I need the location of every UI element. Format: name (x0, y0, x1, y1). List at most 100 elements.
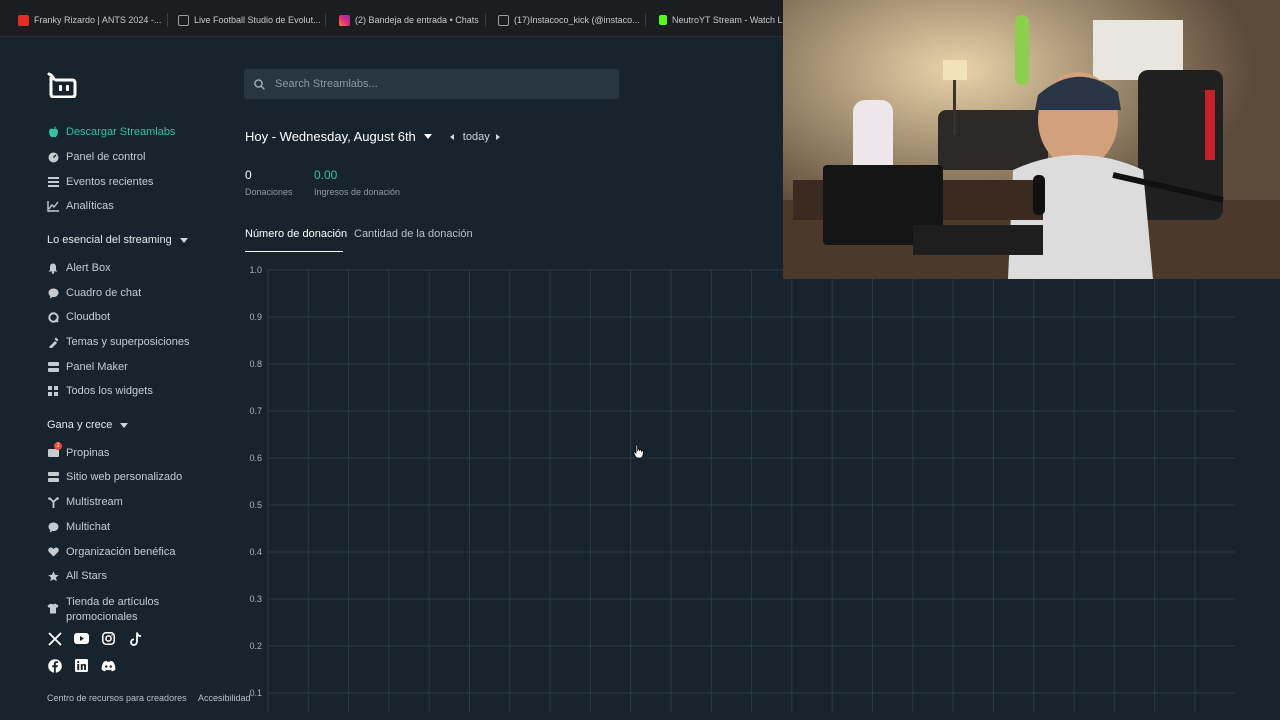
sidebar-item-label: Todos los widgets (66, 385, 153, 397)
sidebar-item-multistream[interactable]: Multistream (47, 496, 123, 508)
donations-count: 0 (245, 168, 252, 182)
y-tick-label: 0.1 (249, 688, 262, 698)
y-tick-label: 0.3 (249, 594, 262, 604)
hand-cursor-icon (633, 444, 644, 459)
section-streaming-essentials[interactable]: Lo esencial del streaming (47, 234, 188, 246)
donation-revenue: 0.00 (314, 168, 338, 182)
sidebar-item-alert-box[interactable]: Alert Box (47, 262, 111, 274)
social-row-1 (47, 631, 143, 646)
sidebar-item-tips[interactable]: 1 Propinas (47, 442, 110, 459)
sidebar-item-label: Sitio web personalizado (66, 471, 183, 483)
sidebar-item-label: Organización benéfica (66, 546, 176, 558)
cloudbot-icon (47, 311, 59, 323)
y-tick-label: 0.4 (249, 547, 262, 557)
donations-chart: 1.0 0.9 0.8 0.7 0.6 0.5 0.4 0.3 0.2 0.1 (249, 265, 1235, 712)
y-tick-label: 0.7 (249, 406, 262, 416)
search-icon (254, 78, 265, 90)
section-title: Gana y crece (47, 419, 113, 431)
tips-icon: 1 (47, 442, 62, 459)
tiktok-icon[interactable] (128, 631, 143, 646)
donations-label: Donaciones (245, 187, 293, 197)
sidebar-item-multichat[interactable]: Multichat (47, 521, 110, 533)
bookmark-football[interactable]: Live Football Studio de Evolut... (178, 10, 321, 30)
sidebar-item-charity[interactable]: Organización benéfica (47, 546, 175, 558)
notification-badge: 1 (54, 442, 62, 450)
tab-donation-number[interactable]: Número de donación (245, 228, 347, 240)
linkedin-icon[interactable] (74, 658, 89, 673)
accessibility-link[interactable]: Accesibilidad (198, 693, 251, 703)
sidebar-item-label: Analíticas (66, 200, 114, 212)
sidebar-item-label: Propinas (66, 447, 110, 459)
discord-icon[interactable] (101, 658, 116, 673)
sidebar-item-download[interactable]: Descargar Streamlabs (47, 126, 175, 138)
bookmark-label: (17)Instacoco_kick (@instaco... (514, 15, 640, 25)
date-selector: Hoy - Wednesday, August 6th today (245, 129, 500, 144)
next-day-icon[interactable] (495, 133, 500, 140)
multichat-icon (47, 521, 59, 533)
sidebar-item-label: Descargar Streamlabs (66, 126, 176, 138)
sidebar-item-all-stars[interactable]: All Stars (47, 570, 107, 582)
themes-icon (47, 336, 59, 348)
today-button[interactable]: today (463, 131, 490, 143)
shirt-icon (47, 602, 59, 614)
x-icon[interactable] (47, 631, 62, 646)
bookmark-label: Live Football Studio de Evolut... (194, 15, 321, 25)
y-tick-label: 0.8 (249, 359, 262, 369)
instagram-icon[interactable] (101, 631, 116, 646)
bookmark-kick[interactable]: NeutroYT Stream - Watch Liv (659, 10, 789, 30)
panel-icon (47, 361, 59, 373)
date-dropdown-icon[interactable] (423, 134, 432, 139)
sidebar-item-recent-events[interactable]: Eventos recientes (47, 176, 153, 188)
sidebar-item-label: Alert Box (66, 262, 111, 274)
y-tick-label: 0.9 (249, 312, 262, 322)
y-tick-label: 1.0 (249, 265, 262, 275)
sidebar-item-label: Multistream (66, 496, 123, 508)
sidebar-item-dashboard[interactable]: Panel de control (47, 151, 146, 163)
sidebar-item-label: Eventos recientes (66, 176, 154, 188)
bookmark-tiktok[interactable]: (17)Instacoco_kick (@instaco... (498, 10, 640, 30)
sidebar-item-themes[interactable]: Temas y superposiciones (47, 336, 190, 348)
prev-day-icon[interactable] (449, 133, 454, 140)
bookmark-youtube[interactable]: Franky Rizardo | ANTS 2024 -... (18, 10, 161, 30)
sidebar-item-label: Multichat (66, 521, 111, 533)
bookmark-label: (2) Bandeja de entrada • Chats (355, 15, 479, 25)
youtube-icon (18, 14, 29, 26)
caret-down-icon (120, 422, 129, 428)
search-input[interactable] (273, 77, 607, 91)
streamlabs-logo[interactable] (47, 72, 77, 98)
sidebar-item-label: All Stars (66, 570, 107, 582)
bookmark-instagram[interactable]: (2) Bandeja de entrada • Chats (339, 10, 479, 30)
facebook-icon[interactable] (47, 658, 62, 673)
sidebar-item-label: Cuadro de chat (66, 287, 142, 299)
y-tick-label: 0.2 (249, 641, 262, 651)
tab-donation-amount[interactable]: Cantidad de la donación (354, 228, 473, 240)
bookmark-label: NeutroYT Stream - Watch Liv (672, 15, 790, 25)
multistream-icon (47, 496, 59, 508)
section-title: Lo esencial del streaming (47, 234, 172, 246)
youtube-icon[interactable] (74, 631, 89, 646)
sidebar-item-panel-maker[interactable]: Panel Maker (47, 361, 128, 373)
star-icon (47, 570, 59, 582)
apple-icon (47, 126, 59, 138)
sidebar-item-website[interactable]: Sitio web personalizado (47, 471, 182, 483)
chat-icon (47, 287, 59, 299)
list-icon (47, 176, 59, 188)
sidebar-item-label: Tienda de artículos promocionales (66, 596, 160, 623)
bookmark-label: Franky Rizardo | ANTS 2024 -... (34, 15, 162, 25)
social-row-2 (47, 658, 116, 673)
search-bar[interactable] (244, 69, 619, 99)
sidebar-item-chat-box[interactable]: Cuadro de chat (47, 287, 141, 299)
y-tick-label: 0.6 (249, 453, 262, 463)
sidebar-item-cloudbot[interactable]: Cloudbot (47, 311, 110, 323)
dashboard-icon (47, 151, 59, 163)
widgets-icon (47, 385, 59, 397)
sidebar-item-all-widgets[interactable]: Todos los widgets (47, 385, 153, 397)
sidebar-item-analytics[interactable]: Analíticas (47, 200, 114, 212)
analytics-icon (47, 200, 59, 212)
section-earn-grow[interactable]: Gana y crece (47, 419, 129, 431)
kick-icon (659, 15, 667, 25)
sidebar-item-merch-store[interactable]: Tienda de artículos promocionales (47, 595, 197, 623)
tiktok-icon (498, 14, 509, 26)
date-title[interactable]: Hoy - Wednesday, August 6th (245, 129, 416, 144)
creator-resources-link[interactable]: Centro de recursos para creadores (47, 693, 187, 703)
